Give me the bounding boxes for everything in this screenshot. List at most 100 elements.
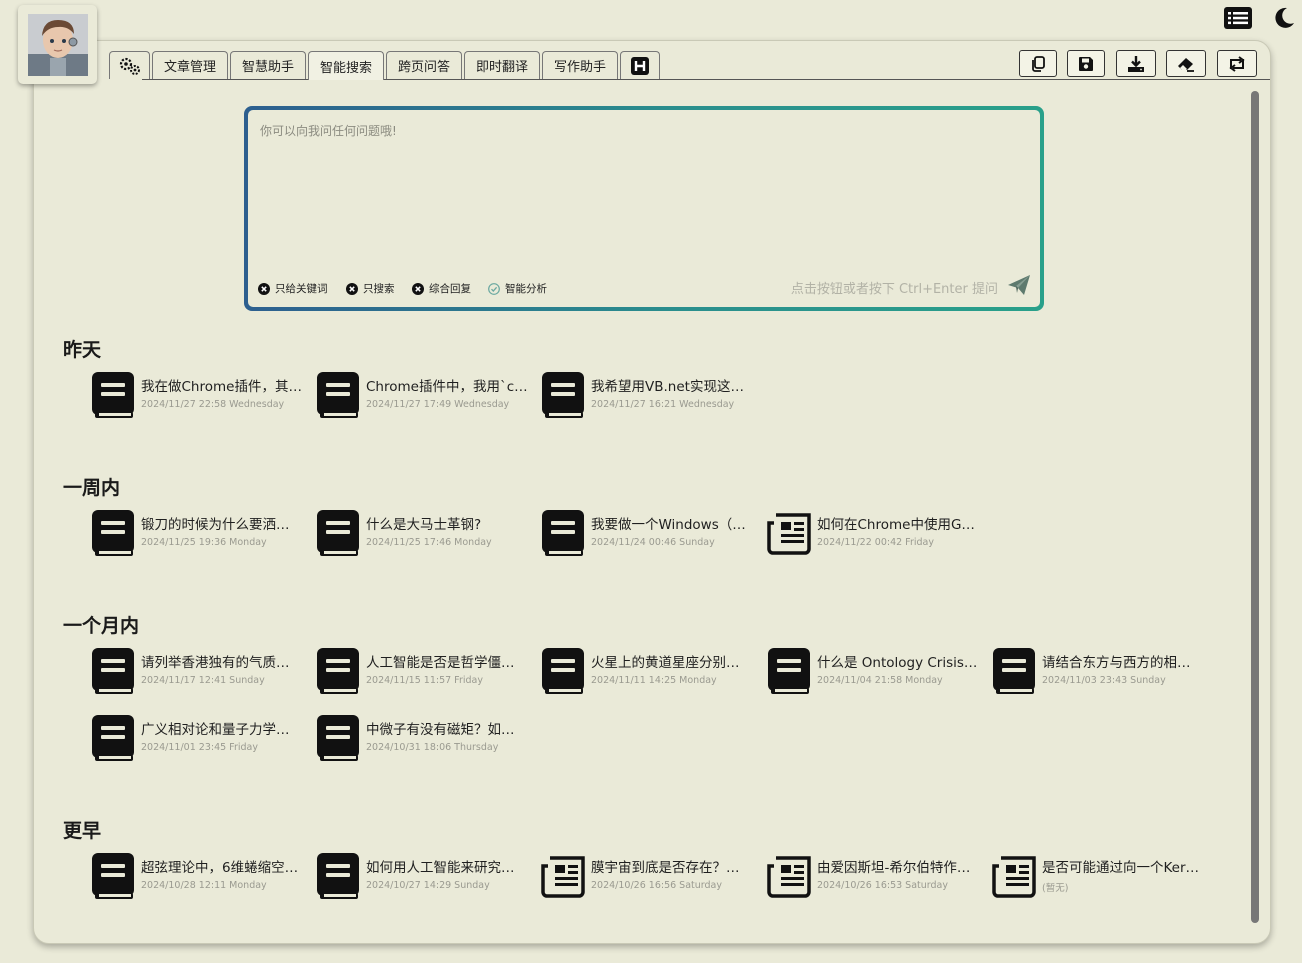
history-item[interactable]: 我在做Chrome插件，其… 2024/11/27 22:58 Wednesday [91, 369, 309, 423]
history-item[interactable]: 由爱因斯坦-希尔伯特作… 2024/10/26 16:53 Saturday [767, 850, 985, 904]
check-circle-icon [488, 282, 500, 295]
history-item-title: 我希望用VB.net实现这… [591, 379, 744, 395]
tab-settings[interactable] [109, 51, 150, 79]
history-item[interactable]: Chrome插件中，我用`c… 2024/11/27 17:49 Wednesda… [316, 369, 534, 423]
list-icon[interactable] [1224, 6, 1252, 30]
newspaper-icon [992, 852, 1036, 902]
history-item-title: Chrome插件中，我用`c… [366, 379, 528, 395]
option-label: 只给关键词 [275, 283, 328, 295]
history-item-title: 我要做一个Windows（… [591, 517, 746, 533]
tab-instant-translate[interactable]: 即时翻译 [464, 51, 540, 79]
history-item[interactable]: 超弦理论中，6维蜷缩空… 2024/10/28 12:11 Monday [91, 850, 309, 904]
tab-writing-assistant[interactable]: 写作助手 [542, 51, 618, 79]
scrollbar[interactable] [1251, 91, 1259, 923]
history-item-date: 2024/11/04 21:58 Monday [817, 675, 943, 686]
history-item[interactable]: 如何在Chrome中使用G… 2024/11/22 00:42 Friday [767, 507, 985, 561]
close-circle-icon [258, 282, 270, 295]
history-item[interactable]: 请结合东方与西方的相… 2024/11/03 23:43 Sunday [992, 645, 1210, 699]
book-icon [91, 509, 135, 559]
book-icon [541, 371, 585, 421]
history-item-date: 2024/11/17 12:41 Sunday [141, 675, 265, 686]
history-item-date: 2024/10/26 16:56 Saturday [591, 880, 722, 891]
tab-article-manage[interactable]: 文章管理 [152, 51, 228, 79]
history-item-date: 2024/11/27 17:49 Wednesday [366, 399, 510, 410]
history-item[interactable]: 什么是 Ontology Crisis… 2024/11/04 21:58 Mon… [767, 645, 985, 699]
copy-button[interactable] [1019, 50, 1057, 77]
history-item[interactable]: 膜宇宙到底是否存在？… 2024/10/26 16:56 Saturday [541, 850, 759, 904]
history-item-date: 2024/11/24 00:46 Sunday [591, 537, 715, 548]
option-label: 智能分析 [505, 283, 547, 295]
book-icon [316, 852, 360, 902]
book-icon [767, 647, 811, 697]
history-item-title: 人工智能是否是哲学僵… [366, 655, 515, 671]
history-item-date: 2024/10/31 18:06 Thursday [366, 742, 499, 753]
history-item-title: 中微子有没有磁矩？如… [366, 722, 515, 738]
section-title: 一个月内 [63, 615, 140, 637]
tab-cross-page-qa[interactable]: 跨页问答 [386, 51, 462, 79]
section-title: 一周内 [63, 477, 121, 499]
history-item-title: 什么是大马士革钢? [366, 517, 482, 533]
history-item[interactable]: 人工智能是否是哲学僵… 2024/11/15 11:57 Friday [316, 645, 534, 699]
book-icon [91, 371, 135, 421]
option-combined-reply[interactable]: 综合回复 [412, 281, 471, 296]
option-search-only[interactable]: 只搜索 [346, 281, 395, 296]
history-item-title: 是否可能通过向一个Ker… [1042, 860, 1200, 876]
option-label: 只搜索 [363, 283, 395, 295]
option-label: 综合回复 [429, 283, 471, 295]
clear-button[interactable] [1166, 50, 1206, 77]
history-item-title: 锻刀的时候为什么要洒… [141, 517, 290, 533]
history-item[interactable]: 锻刀的时候为什么要洒… 2024/11/25 19:36 Monday [91, 507, 309, 561]
submit-hint: 点击按钮或者按下 Ctrl+Enter 提问 [790, 282, 998, 297]
option-smart-analysis[interactable]: 智能分析 [488, 281, 547, 296]
history-item-date: 2024/10/27 14:29 Sunday [366, 880, 490, 891]
tab-smart-search[interactable]: 智能搜索 [308, 51, 384, 80]
copy-icon [1032, 55, 1045, 72]
eraser-icon [1178, 57, 1194, 72]
history-item-date: 2024/11/27 22:58 Wednesday [141, 399, 285, 410]
history-item-title: 什么是 Ontology Crisis… [817, 655, 978, 671]
avatar[interactable] [18, 5, 97, 84]
book-icon [316, 714, 360, 764]
section-title: 更早 [63, 820, 102, 842]
history-item[interactable]: 我希望用VB.net实现这… 2024/11/27 16:21 Wednesday [541, 369, 759, 423]
save-icon [1079, 56, 1093, 71]
moon-icon[interactable] [1270, 6, 1298, 30]
history-item[interactable]: 如何用人工智能来研究… 2024/10/27 14:29 Sunday [316, 850, 534, 904]
history-item-title: 我在做Chrome插件，其… [141, 379, 302, 395]
paper-plane-icon[interactable] [1006, 272, 1032, 298]
history-item[interactable]: 中微子有没有磁矩？如… 2024/10/31 18:06 Thursday [316, 712, 534, 766]
history-item-date: 2024/11/27 16:21 Wednesday [591, 399, 735, 410]
history-item[interactable]: 我要做一个Windows（… 2024/11/24 00:46 Sunday [541, 507, 759, 561]
tab-h[interactable] [620, 51, 660, 79]
newspaper-icon [767, 852, 811, 902]
history-item-date: 2024/11/22 00:42 Friday [817, 537, 934, 548]
robot-avatar-icon [27, 13, 88, 76]
save-button[interactable] [1067, 50, 1105, 77]
history-item-title: 超弦理论中，6维蜷缩空… [141, 860, 299, 876]
history-item-date: 2024/11/15 11:57 Friday [366, 675, 483, 686]
history-item-date: 2024/11/03 23:43 Sunday [1042, 675, 1166, 686]
option-keywords-only[interactable]: 只给关键词 [258, 281, 328, 296]
newspaper-icon [767, 509, 811, 559]
book-icon [541, 647, 585, 697]
history-item[interactable]: 什么是大马士革钢? 2024/11/25 17:46 Monday [316, 507, 534, 561]
history-item-title: 火星上的黄道星座分别… [591, 655, 740, 671]
history-item-title: 如何用人工智能来研究… [366, 860, 515, 876]
history-item-date: (暂无) [1042, 883, 1069, 894]
refresh-icon [1229, 55, 1245, 72]
newspaper-icon [541, 852, 585, 902]
refresh-button[interactable] [1217, 50, 1257, 77]
history-item-date: 2024/10/28 12:11 Monday [141, 880, 267, 891]
history-item[interactable]: 广义相对论和量子力学… 2024/11/01 23:45 Friday [91, 712, 309, 766]
tab-smart-assistant[interactable]: 智慧助手 [230, 51, 306, 79]
book-icon [91, 852, 135, 902]
history-item[interactable]: 是否可能通过向一个Ker… (暂无) [992, 850, 1210, 904]
question-input[interactable] [258, 120, 1032, 254]
download-button[interactable] [1116, 50, 1156, 77]
history-item[interactable]: 火星上的黄道星座分别… 2024/11/11 14:25 Monday [541, 645, 759, 699]
history-item-title: 如何在Chrome中使用G… [817, 517, 975, 533]
download-icon [1128, 55, 1144, 72]
history-item-title: 由爱因斯坦-希尔伯特作… [817, 860, 971, 876]
book-icon [992, 647, 1036, 697]
history-item[interactable]: 请列举香港独有的气质… 2024/11/17 12:41 Sunday [91, 645, 309, 699]
